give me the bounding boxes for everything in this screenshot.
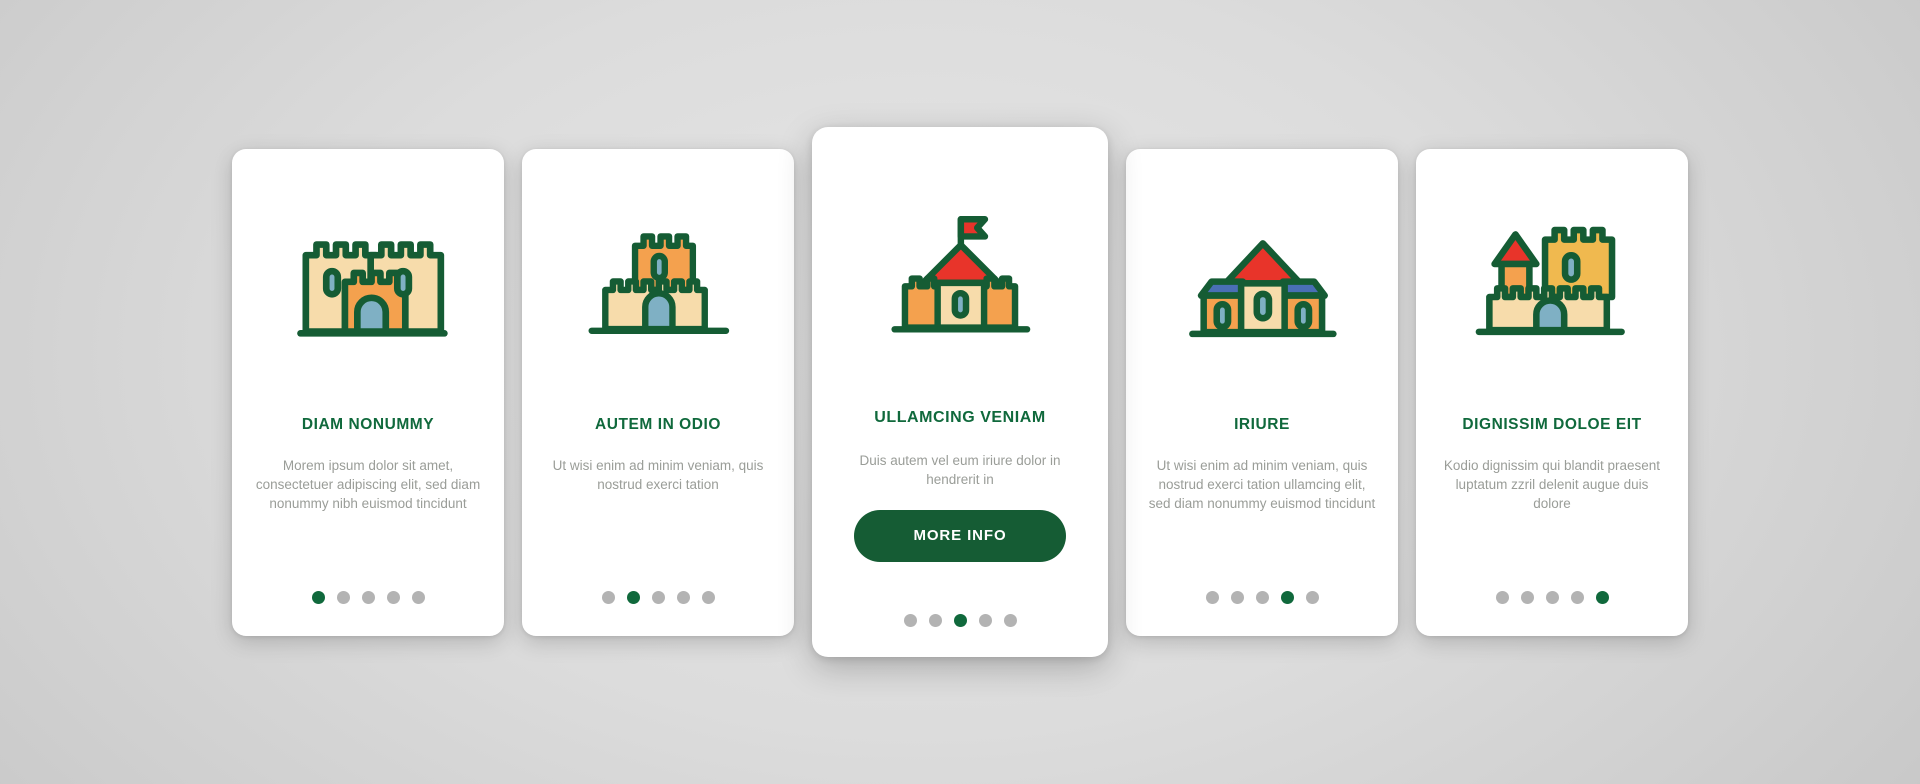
castle-single-keep-icon [540, 149, 776, 364]
card-description: Ut wisi enim ad minim veniam, quis nostr… [552, 458, 764, 493]
pagination-dot-1[interactable] [903, 614, 917, 627]
onboarding-card-2[interactable]: AUTEM IN ODIO Ut wisi enim ad minim venia… [522, 148, 794, 636]
pagination-dot-1[interactable] [601, 590, 615, 604]
card-description: Ut wisi enim ad minim veniam, quis nostr… [1148, 458, 1376, 512]
more-info-button[interactable]: MORE INFO [854, 509, 1066, 562]
card-description: Duis autem vel eum iriure dolor in hendr… [859, 453, 1061, 488]
pagination-dot-1[interactable] [1205, 590, 1219, 604]
pagination-dot-3[interactable] [651, 590, 665, 604]
pagination-dot-3[interactable] [1255, 590, 1269, 604]
pagination-dot-3[interactable] [361, 590, 375, 604]
onboarding-card-5[interactable]: DIGNISSIM DOLOE EIT Kodio dignissim qui b… [1416, 148, 1688, 636]
pagination-dot-4[interactable] [978, 614, 992, 627]
pagination-dot-5[interactable] [1003, 614, 1017, 627]
castle-fortress-icon [1434, 149, 1670, 364]
card-title: ULLAMCING VENIAM [874, 409, 1046, 426]
pagination-dot-5-active[interactable] [1595, 590, 1609, 604]
pagination-dot-3[interactable] [1545, 590, 1559, 604]
pagination-dots [1126, 590, 1398, 604]
pagination-dots [812, 614, 1108, 627]
pagination-dots [232, 590, 504, 604]
pagination-dots [522, 590, 794, 604]
card-description: Morem ipsum dolor sit amet, consectetuer… [255, 458, 481, 512]
pagination-dot-2[interactable] [336, 590, 350, 604]
castle-flag-tower-icon [830, 127, 1090, 362]
pagination-dot-4[interactable] [1570, 590, 1584, 604]
card-title: IRIURE [1234, 415, 1290, 433]
pagination-dots [1416, 590, 1688, 604]
pagination-dot-2[interactable] [1230, 590, 1244, 604]
pagination-dot-5[interactable] [701, 590, 715, 604]
onboarding-card-carousel: DIAM NONUMMY Morem ipsum dolor sit amet, … [0, 0, 1920, 784]
onboarding-card-1[interactable]: DIAM NONUMMY Morem ipsum dolor sit amet, … [232, 148, 504, 636]
castle-two-towers-icon [250, 149, 486, 364]
castle-manor-house-icon [1144, 149, 1380, 364]
pagination-dot-5[interactable] [1305, 590, 1319, 604]
pagination-dot-4[interactable] [676, 590, 690, 604]
pagination-dot-2[interactable] [1520, 590, 1534, 604]
pagination-dot-5[interactable] [411, 590, 425, 604]
pagination-dot-1-active[interactable] [311, 590, 325, 604]
pagination-dot-4-active[interactable] [1280, 590, 1294, 604]
pagination-dot-4[interactable] [386, 590, 400, 604]
card-title: DIAM NONUMMY [301, 415, 435, 433]
pagination-dot-1[interactable] [1495, 590, 1509, 604]
pagination-dot-2-active[interactable] [626, 590, 640, 604]
pagination-dot-2[interactable] [928, 614, 942, 627]
card-title: AUTEM IN ODIO [595, 415, 721, 433]
onboarding-card-4[interactable]: IRIURE Ut wisi enim ad minim veniam, quis… [1126, 148, 1398, 636]
pagination-dot-3-active[interactable] [953, 614, 967, 627]
card-title: DIGNISSIM DOLOE EIT [1462, 415, 1642, 433]
card-description: Kodio dignissim qui blandit praesent lup… [1443, 458, 1661, 512]
onboarding-card-3[interactable]: ULLAMCING VENIAM Duis autem vel eum iriur… [812, 127, 1108, 657]
